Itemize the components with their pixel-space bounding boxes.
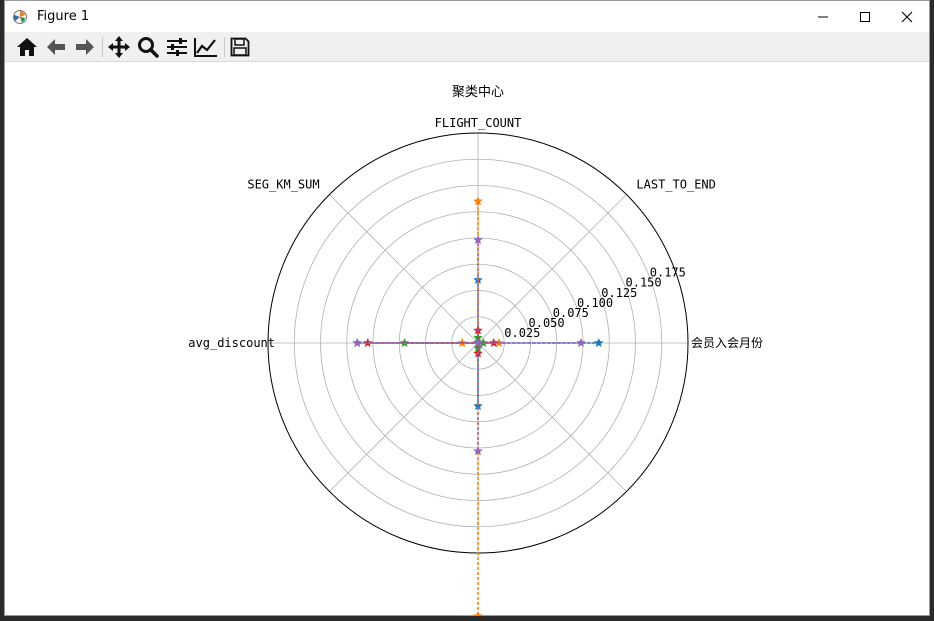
figure-window: Figure 1 聚类中心 0.025 0.050 0.075 0.100 0.… (4, 0, 930, 621)
navigation-toolbar (5, 32, 929, 62)
angular-gridline (329, 342, 479, 492)
theta-tick-label: LAST_TO_END (636, 178, 715, 192)
terminal-strip (0, 616, 934, 621)
home-icon (17, 38, 37, 56)
pan-icon (108, 36, 130, 58)
r-tick-label: 0.175 (650, 266, 686, 280)
home-button[interactable] (14, 35, 40, 59)
series-line (357, 240, 581, 452)
matplotlib-logo-icon (11, 8, 29, 26)
configure-subplots-button[interactable] (164, 35, 190, 59)
theta-tick-label: FLIGHT_COUNT (435, 116, 522, 130)
chart-title: 聚类中心 (452, 85, 504, 100)
pan-button[interactable] (106, 35, 132, 59)
forward-icon (76, 39, 94, 55)
radar-chart: 聚类中心 0.0250.0500.0750.1000.1250.1500.175… (188, 85, 763, 621)
save-icon (230, 37, 250, 57)
back-icon (47, 39, 65, 55)
edit-axis-button[interactable] (193, 35, 219, 59)
series-marker (576, 338, 586, 348)
maximize-icon (860, 11, 870, 22)
zoom-button[interactable] (135, 35, 161, 59)
figure-canvas: 聚类中心 0.025 0.050 0.075 0.100 0.125 0.150 0.175… (5, 63, 929, 621)
window-title: Figure 1 (37, 9, 90, 24)
theta-tick-label: 会员入会月份 (691, 336, 763, 350)
back-button[interactable] (43, 35, 69, 59)
toolbar-separator (224, 37, 225, 57)
series-marker (593, 338, 604, 348)
minimize-icon (818, 16, 828, 17)
series-marker (352, 338, 363, 348)
close-button[interactable] (885, 1, 929, 32)
angular-gridline (477, 342, 627, 492)
zoom-icon (138, 37, 159, 58)
configure-subplots-icon (167, 38, 187, 56)
title-bar: Figure 1 (5, 1, 929, 32)
series-marker (473, 611, 483, 621)
theta-tick-label: SEG_KM_SUM (247, 178, 319, 192)
edit-axis-icon (194, 38, 217, 57)
angular-gridline (329, 194, 479, 344)
radar-series (352, 235, 586, 456)
minimize-button[interactable] (801, 1, 845, 32)
toolbar-separator (102, 37, 103, 57)
close-icon (901, 11, 913, 22)
forward-button[interactable] (72, 35, 98, 59)
save-button[interactable] (227, 35, 253, 59)
maximize-button[interactable] (843, 1, 887, 32)
theta-tick-label: avg_discount (188, 336, 275, 350)
